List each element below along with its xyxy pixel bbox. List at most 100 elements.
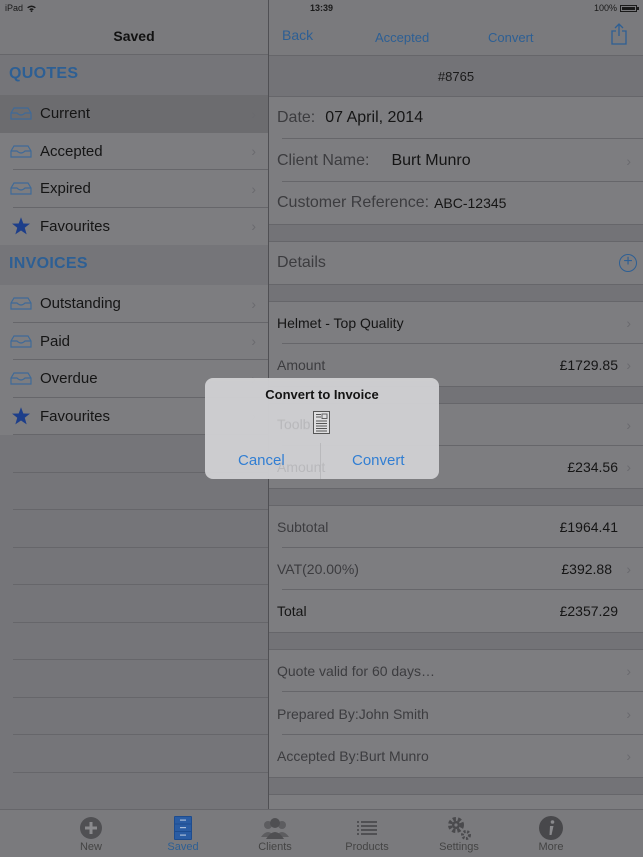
clock: 13:39 [309,3,334,13]
confirm-convert-button[interactable]: Convert [352,452,405,469]
sidebar-item-label: Expired [40,180,91,198]
total-row: Total £2357.29 [269,590,643,632]
sidebar-item-paid-invoices[interactable]: Paid › [0,322,268,360]
accepted-by-row[interactable]: Accepted By:Burt Munro › [269,735,643,777]
cabinet-icon [174,816,192,840]
customer-reference-row[interactable]: Customer Reference: ABC-12345 [269,182,643,224]
master-title: Saved [113,27,155,44]
star-icon [9,407,33,425]
tab-label: New [79,841,102,853]
sidebar-item-accepted-quotes[interactable]: Accepted › [0,132,268,170]
quote-validity-row[interactable]: Quote valid for 60 days… › [269,650,643,692]
share-icon[interactable] [611,23,627,45]
convert-to-invoice-alert: Convert to Invoice Toolb Amount Cancel C… [205,378,439,479]
chevron-right-icon: › [626,561,631,577]
convert-button[interactable]: Convert [488,30,534,45]
customer-reference-label: Customer Reference: [277,194,430,211]
line-item-name-row[interactable]: Helmet - Top Quality › [269,302,643,344]
tab-products[interactable]: Products [332,815,402,853]
battery-percent: 100% [593,3,617,13]
master-nav-bar: Saved [0,17,268,55]
inbox-icon [9,333,33,349]
client-name-row[interactable]: Client Name: Burt Munro › [269,139,643,182]
sidebar-item-favourite-quotes[interactable]: Favourites › [0,207,268,245]
subtotal-label: Subtotal [277,519,329,535]
total-label: Total [277,603,307,619]
list-icon [357,821,377,835]
chevron-right-icon: › [626,705,631,722]
cancel-button[interactable]: Cancel [238,452,285,469]
chevron-right-icon: › [251,105,256,122]
button-divider [320,443,321,479]
inbox-icon [9,143,33,159]
sidebar-item-current-quotes[interactable]: Current › [0,95,268,133]
vat-label: VAT(20.00%) [277,561,359,577]
sidebar-item-label: Current [40,105,91,123]
date-value: 07 April, 2014 [325,109,424,126]
chevron-right-icon: › [251,333,256,350]
chevron-right-icon: › [626,152,631,169]
sidebar-item-outstanding-invoices[interactable]: Outstanding › [0,285,268,323]
sidebar-item-expired-quotes[interactable]: Expired › [0,170,268,208]
vat-value: £392.88 [561,561,612,577]
section-header-invoices: INVOICES [0,245,268,285]
back-button[interactable]: Back [282,27,313,43]
chevron-right-icon: › [626,357,631,373]
plus-circle-icon [80,817,102,839]
star-icon [9,217,33,235]
add-item-icon[interactable]: + [619,254,637,272]
accepted-button[interactable]: Accepted [375,30,429,45]
tab-more[interactable]: More [516,815,586,853]
people-icon [261,818,289,839]
subtotal-row: Subtotal £1964.41 [269,506,643,548]
date-row[interactable]: Date: 07 April, 2014 [269,97,643,139]
tab-settings[interactable]: Settings [424,815,494,853]
client-name-label: Client Name: [277,151,370,169]
note-text: Accepted By:Burt Munro [277,748,429,764]
tab-clients[interactable]: Clients [240,815,310,853]
tab-new[interactable]: New [56,815,126,853]
battery-icon [620,4,639,12]
amount-label: Amount [277,357,326,373]
inbox-icon [9,181,33,197]
chevron-right-icon: › [251,295,256,312]
inbox-icon [9,296,33,312]
subtotal-value: £1964.41 [559,519,618,535]
details-label: Details [277,254,326,271]
chevron-right-icon: › [626,663,631,679]
sidebar-item-label: Favourites [40,217,111,235]
tab-saved[interactable]: Saved [148,815,218,853]
tab-label: Saved [167,841,199,853]
quote-number: #8765 [269,55,643,97]
tab-label: More [538,841,564,853]
section-header-quotes: QUOTES [0,55,268,95]
detail-nav-bar: Back Accepted Convert [269,17,643,55]
inbox-icon [9,371,33,387]
alert-title: Convert to Invoice [265,387,379,402]
total-value: £2357.29 [559,603,618,619]
client-name-value: Burt Munro [391,151,471,169]
chevron-right-icon: › [251,218,256,235]
chevron-right-icon: › [626,417,631,433]
sidebar-item-label: Outstanding [40,295,121,313]
item-name: Helmet - Top Quality [277,315,404,331]
status-bar: iPad 13:39 100% [0,0,643,17]
prepared-by-row[interactable]: Prepared By:John Smith › [269,692,643,735]
sidebar-item-label: Overdue [40,370,98,388]
sidebar-item-label: Favourites [40,407,111,425]
background-text: Toolb [277,416,311,432]
vat-row[interactable]: VAT(20.00%) £392.88 › [269,548,643,590]
note-text: Quote valid for 60 days… [277,663,435,679]
item-amount: £234.56 [567,459,618,475]
inbox-icon [9,106,33,122]
customer-reference-value: ABC-12345 [434,195,507,211]
sidebar-item-label: Paid [40,332,71,350]
tab-bar: New Saved Clients Products Settings More [0,809,643,857]
document-icon [313,411,330,434]
chevron-right-icon: › [251,143,256,160]
chevron-right-icon: › [251,180,256,197]
tab-label: Clients [258,841,292,853]
info-icon [539,816,563,840]
date-label: Date: [277,109,316,126]
note-text: Prepared By:John Smith [277,705,429,722]
